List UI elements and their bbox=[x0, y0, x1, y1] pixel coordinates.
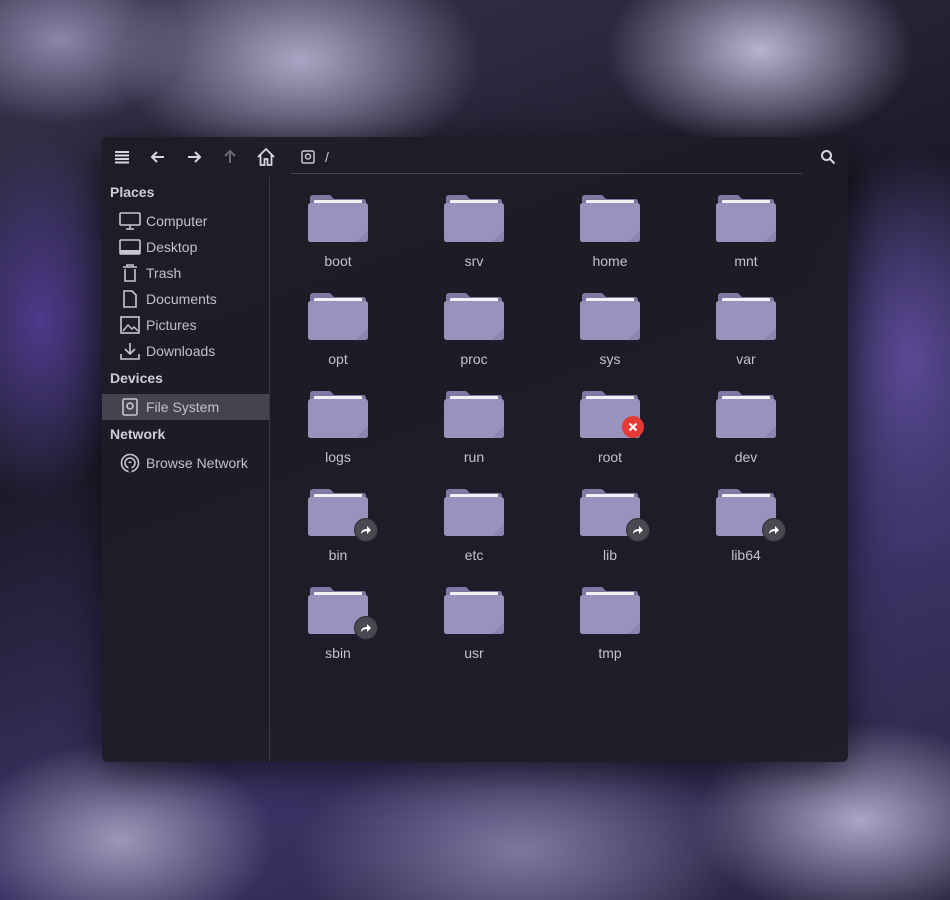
drive-icon bbox=[119, 397, 141, 417]
folder-tile-srv[interactable]: srv bbox=[424, 180, 524, 270]
sidebar-item-pictures[interactable]: Pictures bbox=[102, 312, 269, 338]
network-icon bbox=[119, 453, 141, 473]
symlink-arrow-icon bbox=[626, 518, 650, 542]
path-text: / bbox=[325, 149, 329, 165]
sidebar-item-desktop[interactable]: Desktop bbox=[102, 234, 269, 260]
file-grid: boot srv home mnt opt proc sys var logs run root de… bbox=[270, 177, 848, 762]
folder-name: mnt bbox=[734, 253, 758, 269]
folder-tile-var[interactable]: var bbox=[696, 278, 796, 368]
symlink-arrow-icon bbox=[762, 518, 786, 542]
back-arrow-icon[interactable] bbox=[146, 145, 170, 169]
file-manager-window: / Places Computer Desktop Trash Document… bbox=[102, 137, 848, 762]
folder-tile-opt[interactable]: opt bbox=[288, 278, 388, 368]
folder-tile-usr[interactable]: usr bbox=[424, 572, 524, 662]
folder-tile-sys[interactable]: sys bbox=[560, 278, 660, 368]
folder-tile-dev[interactable]: dev bbox=[696, 376, 796, 466]
folder-tile-home[interactable]: home bbox=[560, 180, 660, 270]
sidebar-item-downloads[interactable]: Downloads bbox=[102, 338, 269, 364]
forward-arrow-icon[interactable] bbox=[182, 145, 206, 169]
folder-name: etc bbox=[464, 547, 484, 563]
folder-tile-lib[interactable]: lib bbox=[560, 474, 660, 564]
drive-icon bbox=[301, 150, 315, 164]
toolbar: / bbox=[102, 137, 848, 177]
folder-icon bbox=[444, 486, 504, 536]
folder-tile-run[interactable]: run bbox=[424, 376, 524, 466]
folder-icon bbox=[716, 290, 776, 340]
folder-name: sys bbox=[599, 351, 621, 367]
folder-icon bbox=[444, 290, 504, 340]
folder-tile-boot[interactable]: boot bbox=[288, 180, 388, 270]
network-header: Network bbox=[110, 426, 166, 442]
sidebar-item-label: Downloads bbox=[146, 343, 216, 359]
sidebar-item-label: Trash bbox=[146, 265, 182, 281]
symlink-arrow-icon bbox=[354, 518, 378, 542]
folder-icon bbox=[308, 388, 368, 438]
sidebar-item-label: Computer bbox=[146, 213, 208, 229]
sidebar-item-label: Browse Network bbox=[146, 455, 248, 471]
folder-name: lib bbox=[602, 547, 617, 563]
folder-tile-lib64[interactable]: lib64 bbox=[696, 474, 796, 564]
folder-name: proc bbox=[460, 351, 488, 367]
folder-icon bbox=[716, 388, 776, 438]
folder-icon bbox=[444, 388, 504, 438]
document-icon bbox=[119, 289, 141, 309]
folder-name: srv bbox=[464, 253, 484, 269]
sidebar-item-file-system[interactable]: File System bbox=[102, 394, 269, 420]
folder-name: logs bbox=[325, 449, 351, 465]
desktop-icon bbox=[119, 237, 141, 257]
folder-name: root bbox=[597, 449, 623, 465]
unreadable-x-icon bbox=[622, 416, 644, 438]
folder-tile-proc[interactable]: proc bbox=[424, 278, 524, 368]
home-icon[interactable] bbox=[254, 145, 278, 169]
folder-tile-root[interactable]: root bbox=[560, 376, 660, 466]
devices-header: Devices bbox=[110, 370, 163, 386]
folder-icon bbox=[580, 584, 640, 634]
up-arrow-icon[interactable] bbox=[218, 145, 242, 169]
folder-name: var bbox=[736, 351, 756, 367]
picture-icon bbox=[119, 315, 141, 335]
sidebar-item-label: Documents bbox=[146, 291, 217, 307]
sidebar: Places Computer Desktop Trash Documents bbox=[102, 177, 270, 762]
folder-icon bbox=[308, 290, 368, 340]
sidebar-item-browse-network[interactable]: Browse Network bbox=[102, 450, 269, 476]
folder-tile-bin[interactable]: bin bbox=[288, 474, 388, 564]
folder-name: usr bbox=[464, 645, 484, 661]
sidebar-item-trash[interactable]: Trash bbox=[102, 260, 269, 286]
folder-tile-mnt[interactable]: mnt bbox=[696, 180, 796, 270]
folder-name: bin bbox=[328, 547, 348, 563]
folder-name: home bbox=[592, 253, 628, 269]
folder-tile-etc[interactable]: etc bbox=[424, 474, 524, 564]
folder-name: sbin bbox=[325, 645, 351, 661]
sidebar-item-label: File System bbox=[146, 399, 220, 415]
download-icon bbox=[119, 341, 141, 361]
folder-icon bbox=[444, 584, 504, 634]
hamburger-menu-icon[interactable] bbox=[110, 145, 134, 169]
folder-name: lib64 bbox=[731, 547, 761, 563]
folder-name: dev bbox=[734, 449, 758, 465]
folder-tile-sbin[interactable]: sbin bbox=[288, 572, 388, 662]
folder-icon bbox=[580, 290, 640, 340]
folder-icon bbox=[444, 192, 504, 242]
folder-name: boot bbox=[324, 253, 352, 269]
folder-icon bbox=[580, 192, 640, 242]
folder-icon bbox=[308, 192, 368, 242]
sidebar-item-documents[interactable]: Documents bbox=[102, 286, 269, 312]
sidebar-item-label: Pictures bbox=[146, 317, 197, 333]
folder-name: run bbox=[463, 449, 485, 465]
folder-tile-tmp[interactable]: tmp bbox=[560, 572, 660, 662]
monitor-icon bbox=[119, 211, 141, 231]
folder-name: tmp bbox=[598, 645, 622, 661]
search-icon[interactable] bbox=[816, 145, 840, 169]
folder-tile-logs[interactable]: logs bbox=[288, 376, 388, 466]
folder-name: opt bbox=[328, 351, 348, 367]
folder-icon bbox=[716, 192, 776, 242]
symlink-arrow-icon bbox=[354, 616, 378, 640]
places-header: Places bbox=[110, 184, 155, 200]
sidebar-item-computer[interactable]: Computer bbox=[102, 208, 269, 234]
path-bar[interactable]: / bbox=[291, 141, 802, 174]
sidebar-item-label: Desktop bbox=[146, 239, 198, 255]
trash-icon bbox=[119, 263, 141, 283]
